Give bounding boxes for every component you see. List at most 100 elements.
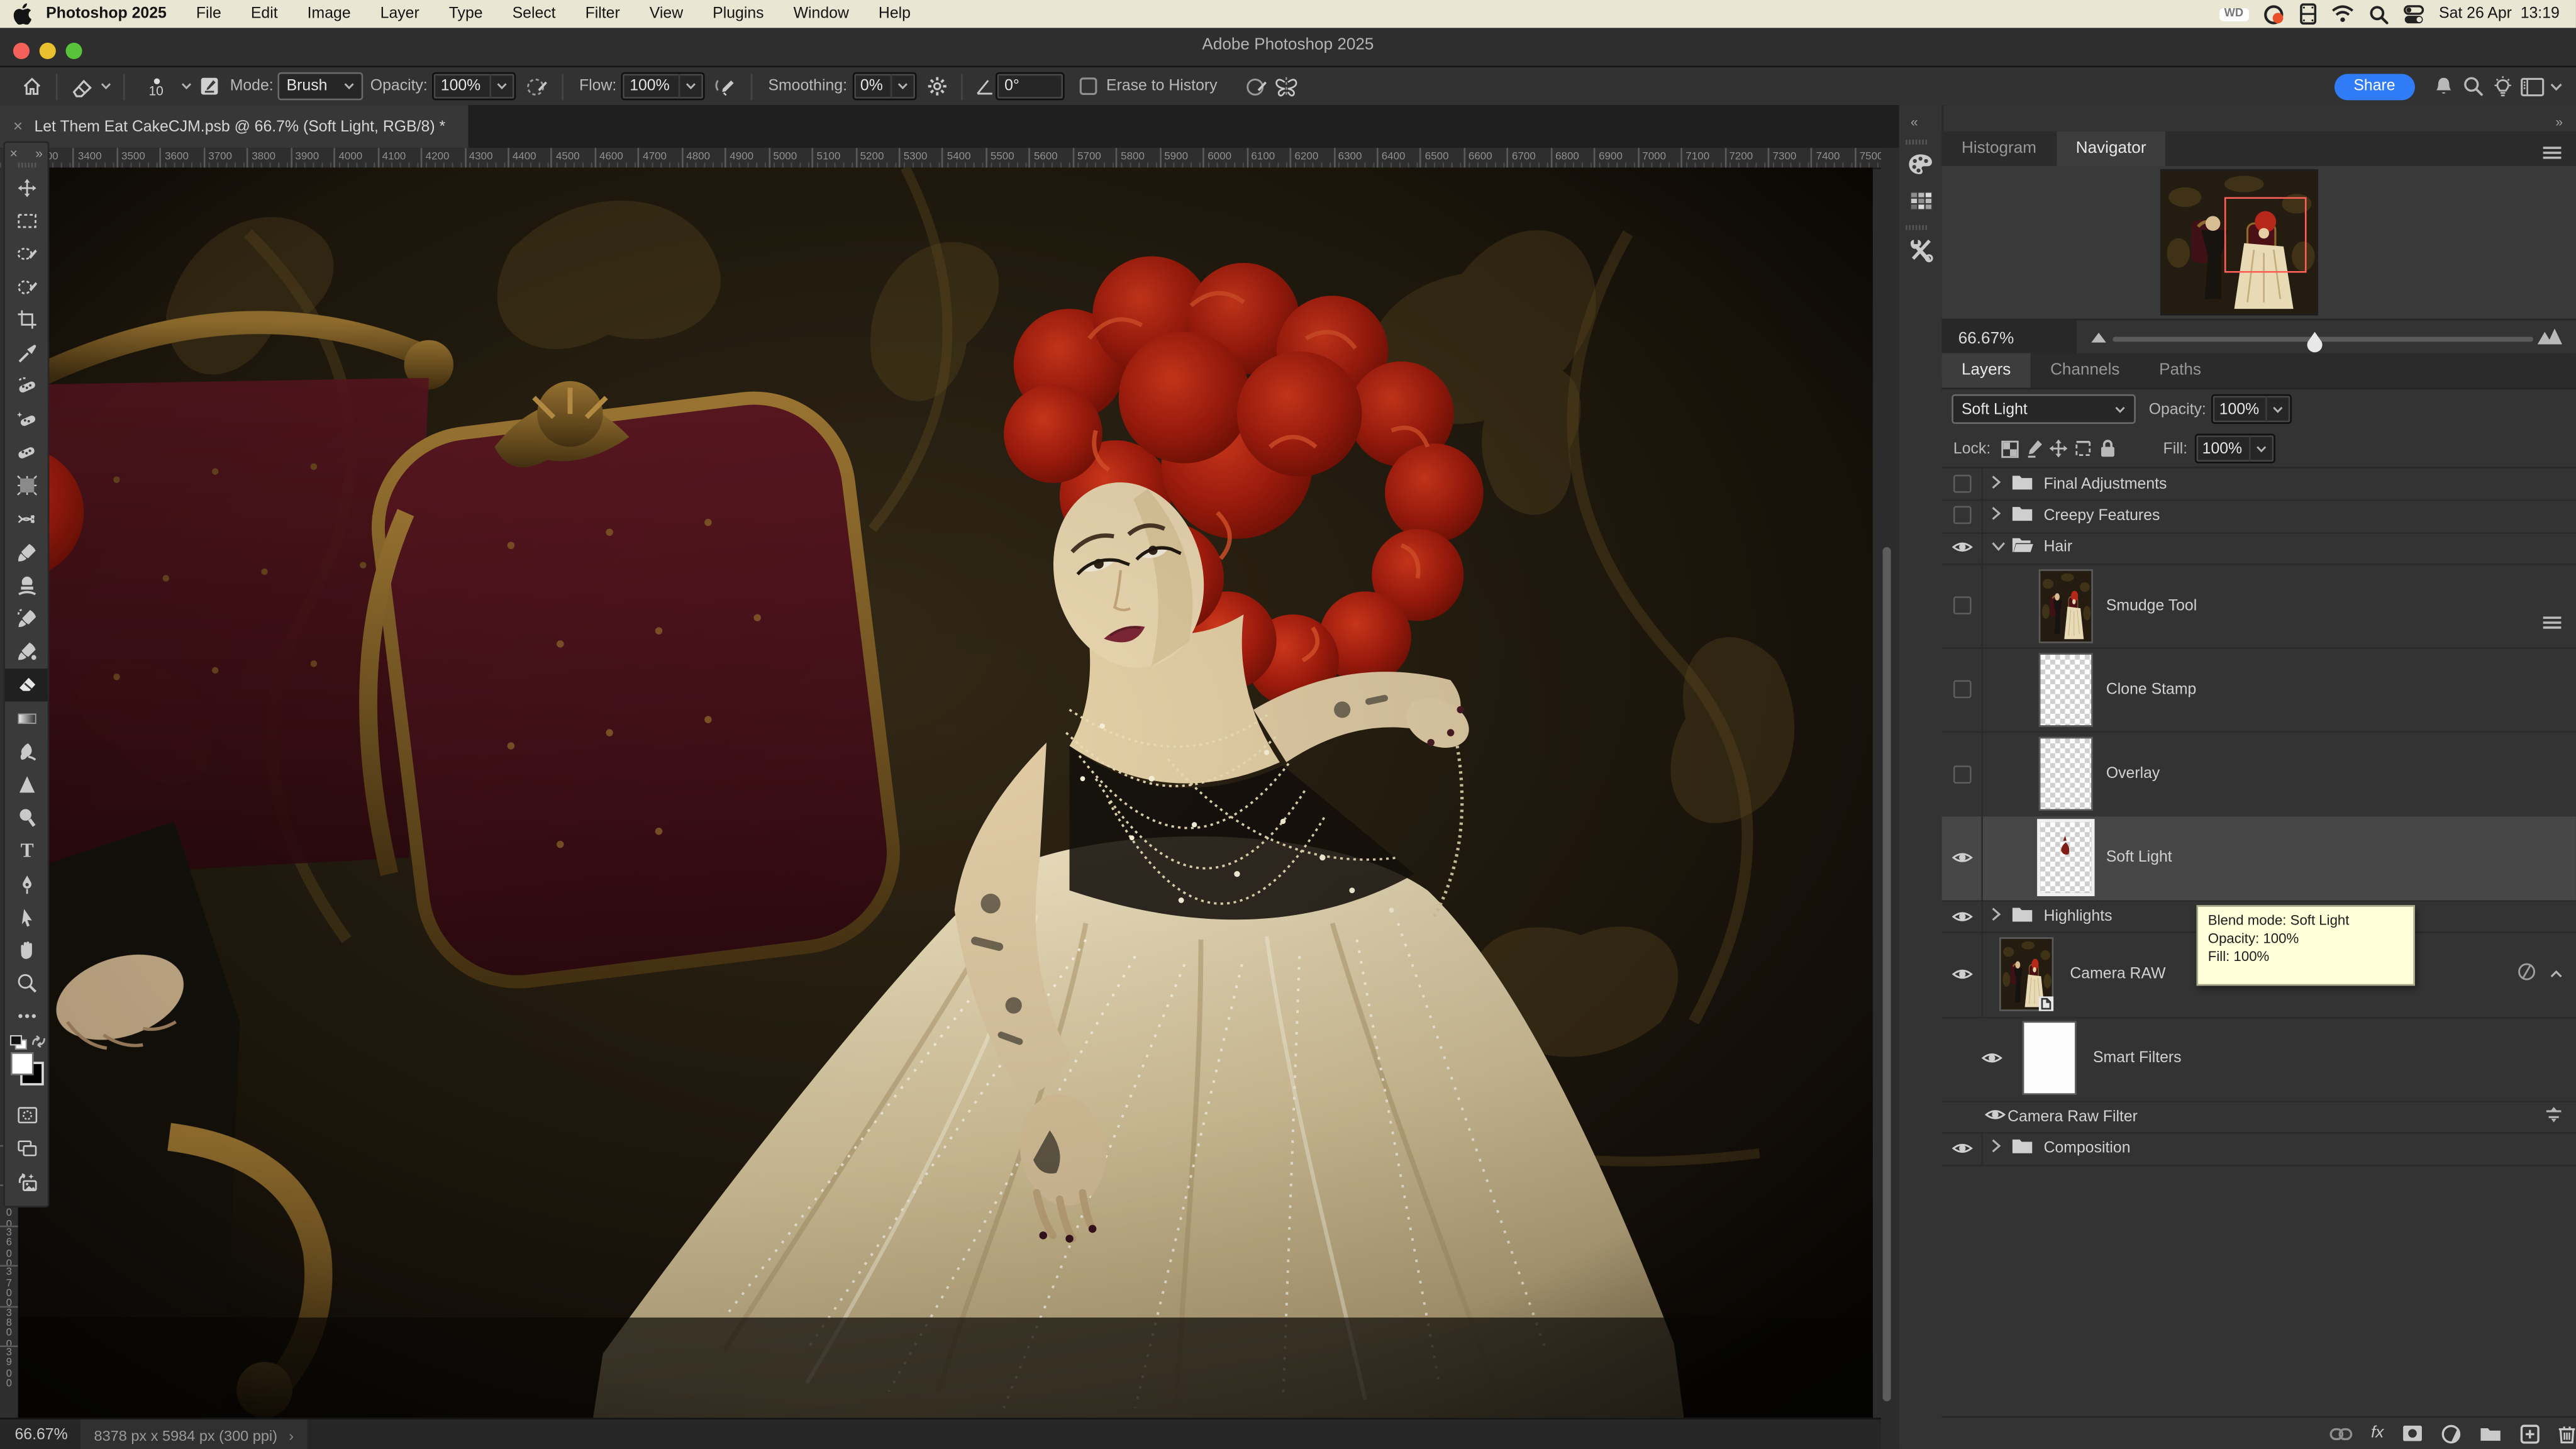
layer-thumbnail[interactable] bbox=[2040, 655, 2091, 725]
visibility-checkbox[interactable] bbox=[1942, 732, 1983, 816]
collapse-panels-icon[interactable]: » bbox=[2555, 115, 2563, 130]
visibility-checkbox[interactable] bbox=[1942, 564, 1983, 648]
vertical-scrollbar[interactable] bbox=[1883, 547, 1891, 1401]
screen-mode-button[interactable] bbox=[5, 1132, 48, 1165]
document-info[interactable]: 8378 px x 5984 px (300 ppi) › bbox=[81, 1419, 307, 1449]
tools-expand-icon[interactable]: » bbox=[35, 145, 43, 160]
apple-logo-icon[interactable] bbox=[13, 3, 31, 25]
navigator-menu-icon[interactable] bbox=[2541, 140, 2563, 169]
clone-stamp-tool[interactable] bbox=[5, 569, 48, 602]
navigator-zoom-slider[interactable] bbox=[2090, 320, 2563, 356]
size-pressure-icon[interactable] bbox=[1242, 72, 1272, 101]
menu-clock[interactable]: Sat 26 Apr 13:19 bbox=[2439, 5, 2560, 23]
foreground-background-swatches[interactable] bbox=[10, 1051, 45, 1085]
layer-thumbnail[interactable] bbox=[2001, 939, 2052, 1009]
link-layers-icon[interactable] bbox=[2330, 1427, 2353, 1440]
tab-paths[interactable]: Paths bbox=[2140, 353, 2221, 388]
edit-toolbar-tool[interactable] bbox=[5, 1000, 48, 1033]
visibility-checkbox[interactable] bbox=[1942, 648, 1983, 732]
default-colors-icon[interactable] bbox=[10, 1035, 28, 1050]
tab-navigator[interactable]: Navigator bbox=[2056, 131, 2166, 166]
layer-row-smart-filters[interactable]: Smart Filters bbox=[1942, 1016, 2576, 1102]
menu-item-image[interactable]: Image bbox=[292, 5, 365, 23]
zoom-tool[interactable] bbox=[5, 967, 48, 1000]
screen-record-icon[interactable] bbox=[2263, 4, 2285, 24]
delete-layer-icon[interactable] bbox=[2558, 1423, 2576, 1443]
opacity-input[interactable]: 100% bbox=[433, 72, 515, 100]
history-brush-tool[interactable] bbox=[5, 602, 48, 635]
visibility-eye-icon[interactable] bbox=[1972, 1016, 2011, 1101]
lock-position-icon[interactable] bbox=[2046, 438, 2071, 458]
workspace-switcher-icon[interactable] bbox=[2517, 72, 2546, 101]
content-move-tool[interactable] bbox=[5, 502, 48, 536]
brush-settings-panel-icon[interactable] bbox=[194, 72, 223, 101]
menu-item-plugins[interactable]: Plugins bbox=[698, 5, 779, 23]
visibility-checkbox[interactable] bbox=[1942, 468, 1983, 499]
canvas-image[interactable] bbox=[18, 167, 1873, 1418]
marquee-tool[interactable] bbox=[5, 204, 48, 237]
lock-artboard-icon[interactable] bbox=[2071, 438, 2096, 458]
brush-size-chevron-icon[interactable] bbox=[177, 72, 194, 101]
smoothing-input[interactable]: 0% bbox=[852, 72, 918, 100]
healing-tool[interactable] bbox=[5, 436, 48, 470]
layer-row-camera-raw-filter[interactable]: Camera Raw Filter bbox=[1942, 1101, 2576, 1134]
layer-opacity-input[interactable]: 100% bbox=[2211, 394, 2292, 424]
layer-thumbnail[interactable] bbox=[2040, 823, 2091, 894]
document-tab[interactable]: × Let Them Eat CakeCJM.psb @ 66.7% (Soft… bbox=[0, 105, 469, 148]
visibility-eye-icon[interactable] bbox=[1942, 901, 1983, 932]
chevron-right-icon[interactable] bbox=[1991, 474, 2001, 494]
move-tool[interactable] bbox=[5, 171, 48, 204]
visibility-eye-icon[interactable] bbox=[1942, 816, 1983, 901]
chevron-right-icon[interactable] bbox=[1991, 506, 2001, 525]
layer-row-creepy-features[interactable]: Creepy Features bbox=[1942, 500, 2576, 533]
discover-lightbulb-icon[interactable] bbox=[2487, 72, 2517, 101]
brush-size-picker[interactable]: 10 bbox=[135, 72, 177, 101]
gradient-tool[interactable] bbox=[5, 701, 48, 735]
tab-layers[interactable]: Layers bbox=[1942, 353, 2031, 388]
home-icon[interactable] bbox=[16, 72, 46, 101]
menu-item-type[interactable]: Type bbox=[434, 5, 497, 23]
tab-histogram[interactable]: Histogram bbox=[1942, 131, 2057, 166]
film-icon[interactable] bbox=[2299, 3, 2316, 25]
menu-item-window[interactable]: Window bbox=[779, 5, 863, 23]
navigator-proxy-rect[interactable] bbox=[2224, 197, 2307, 273]
workspace-chevron-icon[interactable] bbox=[2546, 72, 2566, 101]
search-icon[interactable] bbox=[2458, 72, 2487, 101]
symmetry-butterfly-icon[interactable] bbox=[1272, 72, 1301, 101]
menu-item-view[interactable]: View bbox=[635, 5, 697, 23]
lock-transparency-icon[interactable] bbox=[1997, 440, 2022, 458]
crop-tool[interactable] bbox=[5, 304, 48, 337]
fill-input[interactable]: 100% bbox=[2194, 434, 2275, 464]
remove-tool[interactable] bbox=[5, 370, 48, 403]
layer-thumbnail[interactable] bbox=[2024, 1023, 2075, 1094]
zoom-slider-thumb[interactable] bbox=[2307, 332, 2324, 355]
swatches-panel-icon[interactable] bbox=[1904, 184, 1937, 217]
chevron-right-icon[interactable] bbox=[1991, 1138, 2001, 1158]
menu-item-filter[interactable]: Filter bbox=[570, 5, 635, 23]
tools-panel-icon[interactable] bbox=[1904, 233, 1937, 266]
tools-close-icon[interactable]: × bbox=[10, 145, 18, 160]
menu-item-file[interactable]: File bbox=[181, 5, 236, 23]
navigator-zoom-value[interactable]: 66.67% bbox=[1942, 320, 2077, 356]
visibility-eye-icon[interactable] bbox=[1942, 1101, 1982, 1132]
preset-chevron-icon[interactable] bbox=[97, 72, 113, 101]
quick-mask-button[interactable] bbox=[5, 1099, 48, 1132]
tab-channels[interactable]: Channels bbox=[2031, 353, 2140, 388]
share-button[interactable]: Share bbox=[2334, 73, 2415, 99]
eraser-preset-icon[interactable] bbox=[67, 72, 97, 101]
layer-row-clone-stamp[interactable]: Clone Stamp bbox=[1942, 648, 2576, 734]
layer-row-smudge-tool[interactable]: Smudge Tool bbox=[1942, 564, 2576, 650]
flow-input[interactable]: 100% bbox=[621, 72, 704, 100]
zoom-in-icon[interactable] bbox=[2536, 327, 2563, 347]
erase-history-checkbox[interactable] bbox=[1079, 72, 1100, 101]
filter-blend-options-icon[interactable] bbox=[2545, 1105, 2563, 1128]
dodge-tool[interactable] bbox=[5, 801, 48, 835]
layer-row-final-adjustments[interactable]: Final Adjustments bbox=[1942, 468, 2576, 501]
visibility-eye-icon[interactable] bbox=[1942, 531, 1983, 563]
collapse-dock-icon[interactable]: « bbox=[1911, 115, 1918, 130]
hand-tool[interactable] bbox=[5, 934, 48, 967]
eraser-tool[interactable] bbox=[5, 669, 48, 702]
new-adjustment-layer-icon[interactable] bbox=[2441, 1423, 2461, 1443]
layer-row-soft-light[interactable]: Soft Light bbox=[1942, 816, 2576, 902]
eyedropper-tool[interactable] bbox=[5, 336, 48, 370]
